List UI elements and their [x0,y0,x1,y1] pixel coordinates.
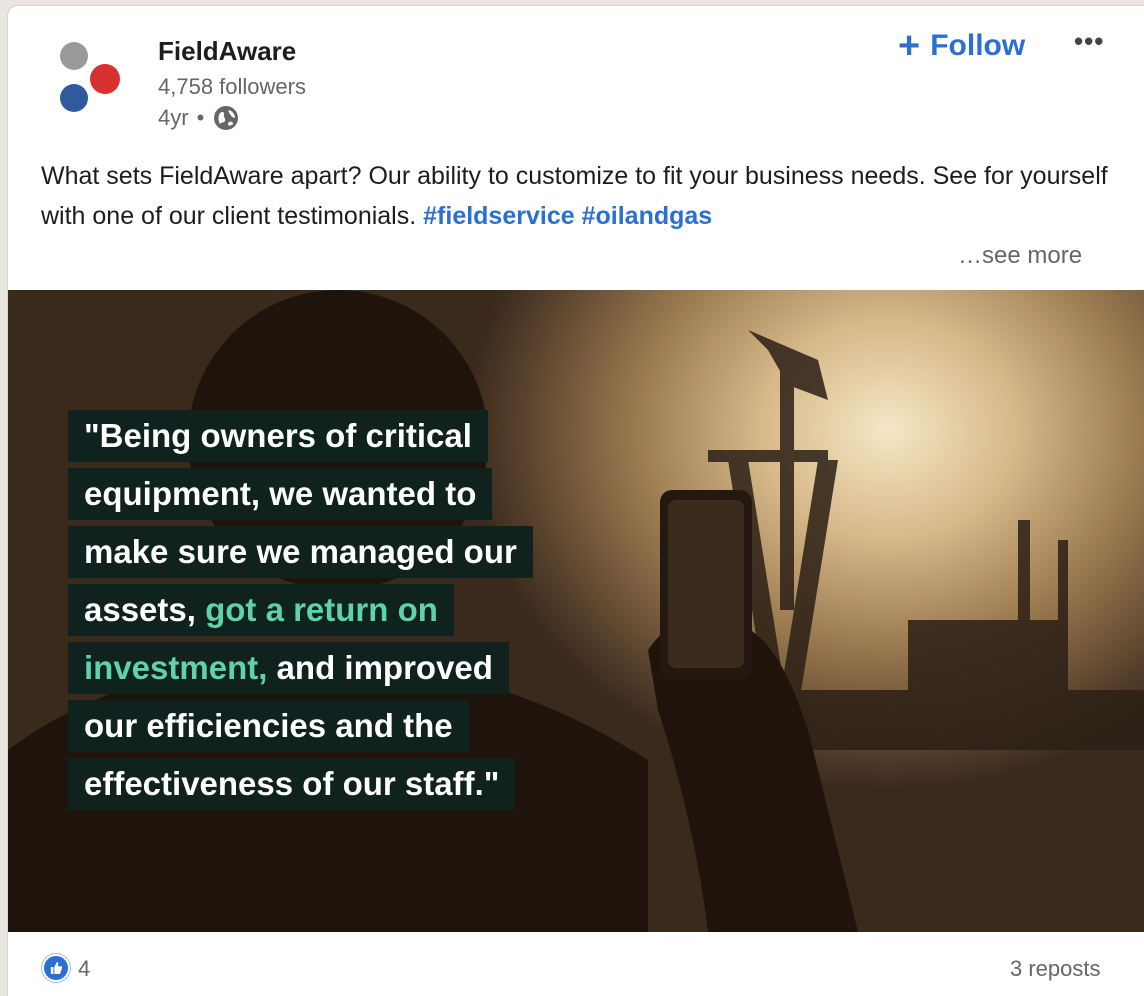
post-card: FieldAware 4,758 followers 4yr • + Follo… [8,6,1144,996]
quote-line: investment, and improved [68,642,509,694]
quote-line: equipment, we wanted to [68,468,493,520]
logo-grey-dot [60,42,88,70]
follow-label: Follow [930,29,1026,62]
quote-highlight: got a return on [205,591,438,628]
phone-silhouette [660,490,752,680]
plus-icon: + [898,25,921,67]
post-age: 4yr [158,105,189,130]
globe-icon [214,106,239,130]
hashtag-fieldservice[interactable]: #fieldservice [423,202,575,230]
follow-button[interactable]: + Follow [898,26,1025,66]
meta-separator: • [196,105,205,130]
reaction-count[interactable]: 4 [78,956,90,982]
company-logo[interactable] [56,42,126,122]
logo-blue-dot [60,84,88,112]
post-body: What sets FieldAware apart? Our ability … [41,162,1108,230]
quote-text: equipment, we wanted to [84,475,477,512]
quote-text: our efficiencies and the [84,707,453,744]
company-name[interactable]: FieldAware [158,36,296,67]
post-video[interactable]: "Being owners of critical equipment, we w… [8,290,1144,932]
quote-line: effectiveness of our staff." [68,758,516,810]
post-footer: 4 3 reposts [8,932,1144,996]
follower-count: 4,758 followers [158,74,306,99]
quote-line: our efficiencies and the [68,700,469,752]
see-more-link[interactable]: …see more [958,242,1082,270]
quote-text: "Being owners of critical [84,417,472,454]
ellipsis-icon[interactable]: ••• [1074,26,1104,57]
quote-highlight: investment, [84,649,268,686]
quote-text: effectiveness of our staff." [84,765,500,802]
hashtag-oilandgas[interactable]: #oilandgas [582,202,713,230]
quote-line: assets, got a return on [68,584,454,636]
quote-text: and improved [267,649,493,686]
post-text: What sets FieldAware apart? Our ability … [41,156,1121,236]
post-meta: 4yr • [158,104,240,132]
logo-red-dot [90,64,120,94]
testimonial-quote: "Being owners of critical equipment, we w… [68,410,533,816]
thumbs-up-icon[interactable] [42,954,70,982]
quote-text: assets, [84,591,206,628]
quote-line: make sure we managed our [68,526,533,578]
quote-line: "Being owners of critical [68,410,488,462]
reposts-count[interactable]: 3 reposts [1010,956,1101,982]
quote-text: make sure we managed our [84,533,517,570]
